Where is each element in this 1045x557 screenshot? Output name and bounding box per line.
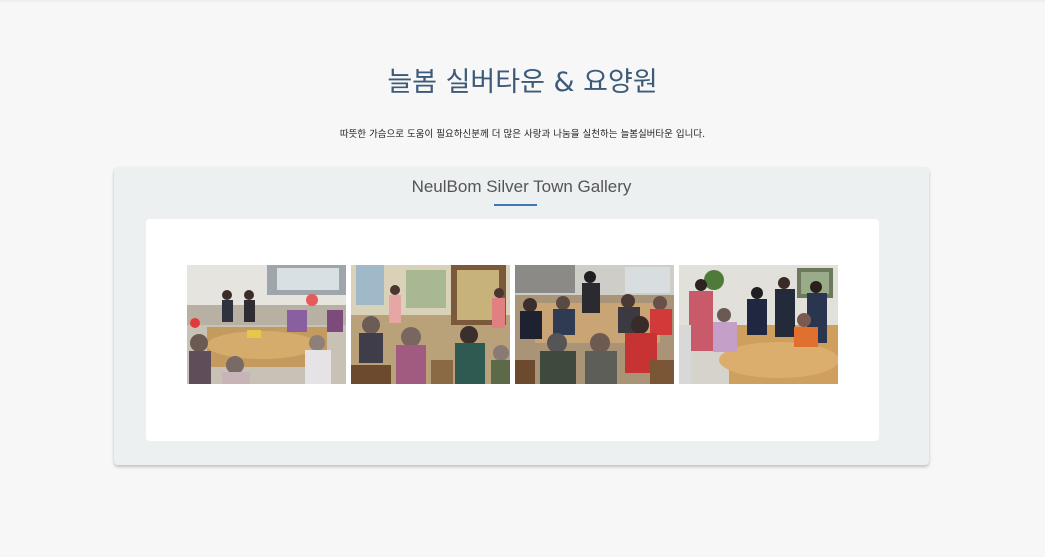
gallery-title-underline — [494, 204, 537, 206]
page-title: 늘봄 실버타운 & 요양원 — [387, 67, 658, 98]
page-subtitle: 따뜻한 가슴으로 도움이 필요하신분께 더 많은 사랑과 나눔을 실천하는 늘봄… — [339, 129, 706, 140]
gallery-photo-4[interactable] — [679, 265, 838, 384]
gallery-photo-2[interactable] — [351, 265, 510, 384]
gallery-photo-1[interactable] — [187, 265, 346, 384]
page: 늘봄 실버타운 & 요양원 따뜻한 가슴으로 도움이 필요하신분께 더 많은 사… — [0, 0, 1045, 557]
gallery-title: NeulBom Silver Town Gallery — [411, 177, 632, 196]
top-divider — [0, 0, 1045, 2]
gallery-panel — [146, 219, 879, 441]
gallery-section: NeulBom Silver Town Gallery — [114, 167, 929, 465]
gallery-photo-3[interactable] — [515, 265, 674, 384]
